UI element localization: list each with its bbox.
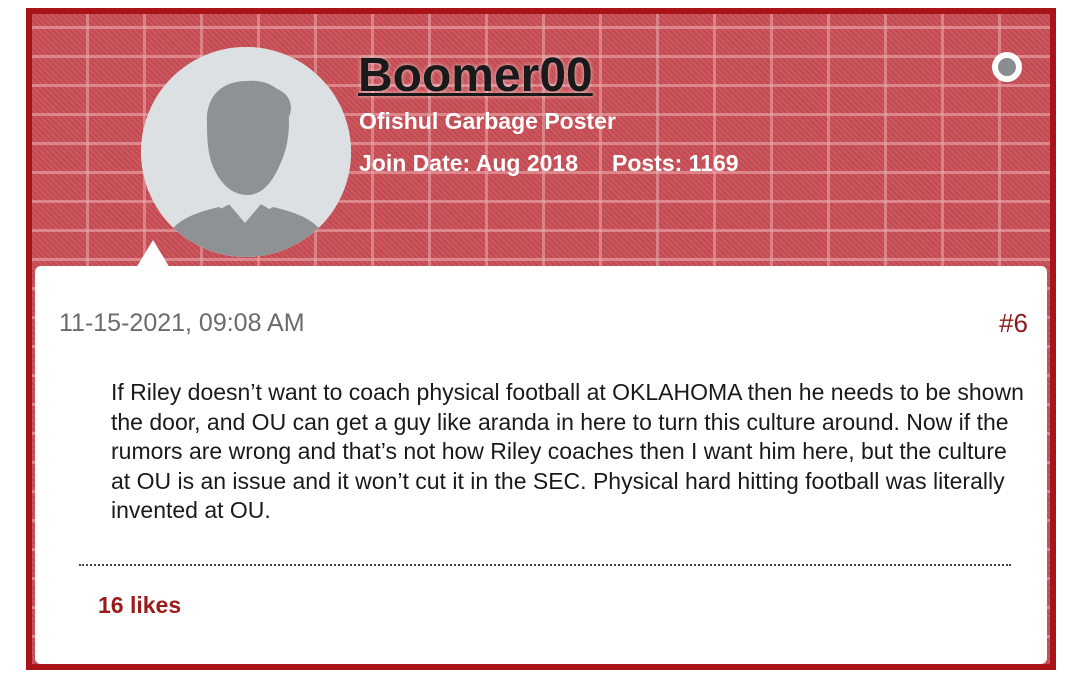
user-title: Ofishul Garbage Poster <box>359 108 616 134</box>
post-card: Boomer00 Ofishul Garbage Poster Join Dat… <box>26 8 1056 670</box>
username-link[interactable]: Boomer00 <box>358 48 593 104</box>
divider <box>79 564 1011 566</box>
likes-count[interactable]: 16 likes <box>98 590 181 620</box>
user-silhouette-icon <box>141 47 351 257</box>
join-date: Join Date: Aug 2018 <box>359 150 578 176</box>
post-count: Posts: 1169 <box>611 150 739 176</box>
online-status-icon <box>992 52 1022 82</box>
post-content: 11-15-2021, 09:08 AM #6 If Riley doesn’t… <box>35 266 1047 664</box>
post-number-link[interactable]: #6 <box>999 308 1028 338</box>
post-date: 11-15-2021, 09:08 AM <box>59 309 305 337</box>
speech-pointer <box>136 240 170 268</box>
avatar[interactable] <box>141 47 351 257</box>
post-body: If Riley doesn’t want to coach physical … <box>111 379 1024 523</box>
user-stats: Join Date: Aug 2018 Posts: 1169 <box>359 148 739 178</box>
